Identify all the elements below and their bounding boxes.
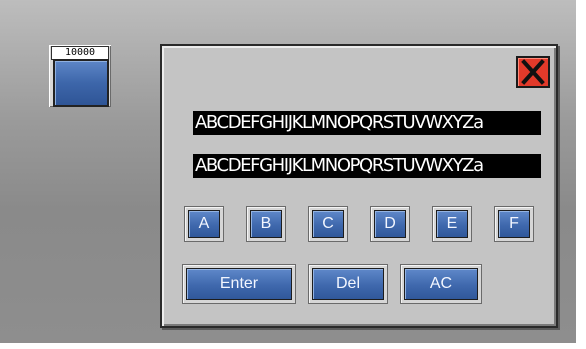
- ac-button-label: AC: [404, 268, 478, 300]
- key-f[interactable]: F: [494, 206, 534, 242]
- enter-button[interactable]: Enter: [182, 264, 296, 304]
- key-d-label: D: [374, 210, 406, 238]
- ac-button[interactable]: AC: [400, 264, 482, 304]
- text-display-line-1: ABCDEFGHIJKLMNOPQRSTUVWXYZa: [193, 111, 541, 135]
- key-e-label: E: [436, 210, 468, 238]
- screen-background: 10000 ABCDEFGHIJKLMNOPQRSTUVWXYZa ABCDEF…: [0, 0, 586, 349]
- key-e[interactable]: E: [432, 206, 472, 242]
- key-c-label: C: [312, 210, 344, 238]
- close-x-icon: [521, 59, 545, 85]
- del-button-label: Del: [312, 268, 384, 300]
- close-button[interactable]: [516, 56, 550, 88]
- keypad-dialog: ABCDEFGHIJKLMNOPQRSTUVWXYZa ABCDEFGHIJKL…: [160, 44, 558, 328]
- key-b-label: B: [250, 210, 282, 238]
- del-button[interactable]: Del: [308, 264, 388, 304]
- key-d[interactable]: D: [370, 206, 410, 242]
- key-a[interactable]: A: [184, 206, 224, 242]
- counter-widget[interactable]: 10000: [49, 45, 111, 107]
- text-display-line-2: ABCDEFGHIJKLMNOPQRSTUVWXYZa: [193, 154, 541, 178]
- enter-button-label: Enter: [186, 268, 292, 300]
- key-a-label: A: [188, 210, 220, 238]
- counter-button[interactable]: [53, 59, 109, 107]
- key-b[interactable]: B: [246, 206, 286, 242]
- key-f-label: F: [498, 210, 530, 238]
- counter-display: 10000: [51, 46, 109, 60]
- key-c[interactable]: C: [308, 206, 348, 242]
